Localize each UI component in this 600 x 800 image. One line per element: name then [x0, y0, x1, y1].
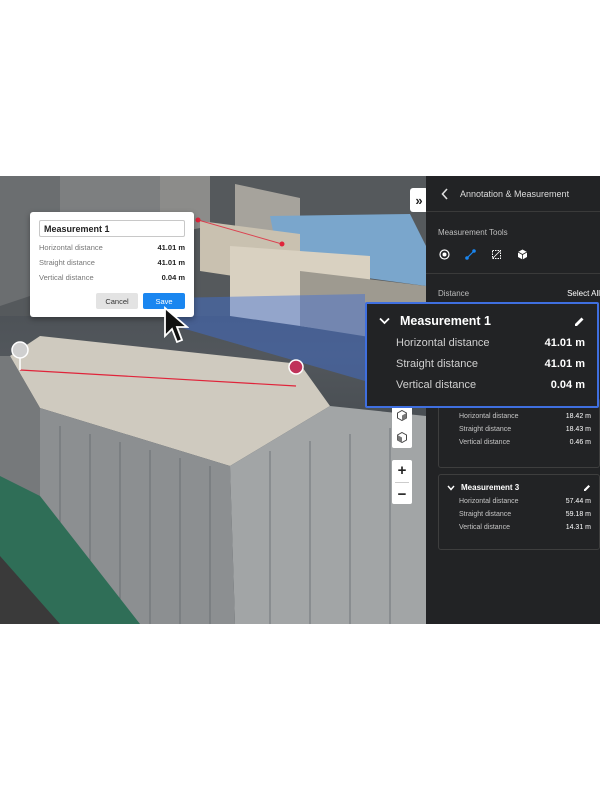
chevron-down-icon[interactable] [379, 317, 390, 325]
measurement-card-3[interactable]: Measurement 3 Horizontal distance 57.44 … [438, 474, 600, 550]
back-arrow-icon[interactable] [438, 187, 452, 200]
volume-measure-icon[interactable] [516, 248, 529, 261]
edit-pencil-icon[interactable] [583, 484, 591, 492]
measurement-card-2[interactable]: Horizontal distance 18.42 m Straight dis… [438, 398, 600, 468]
card1-title: Measurement 1 [400, 314, 492, 328]
cube-perspective-icon[interactable] [397, 431, 407, 443]
start-point-marker[interactable] [11, 341, 29, 359]
select-all-button[interactable]: Select All [567, 289, 600, 298]
card1-row-straight: Straight distance 41.01 m [396, 358, 585, 370]
sidebar-title: Annotation & Measurement [460, 188, 570, 199]
chevron-down-icon[interactable] [447, 485, 455, 491]
dialog-row-straight: Straight distance 41.01 m [39, 258, 185, 267]
panel-toggle-button[interactable]: » [410, 188, 426, 212]
card3-row-horizontal: Horizontal distance 57.44 m [459, 498, 591, 505]
card1-row-vertical: Vertical distance 0.04 m [396, 379, 585, 391]
area-measure-icon[interactable] [490, 248, 503, 261]
dialog-row-vertical: Vertical distance 0.04 m [39, 273, 185, 282]
card3-row-vertical: Vertical distance 14.31 m [459, 524, 591, 531]
card2-row-vertical: Vertical distance 0.46 m [459, 439, 591, 446]
mouse-cursor-icon [164, 306, 189, 344]
measurement-tools [438, 248, 529, 261]
view-controls [392, 404, 412, 448]
measurement-name-input[interactable]: Measurement 1 [39, 220, 185, 237]
tools-divider [426, 273, 600, 274]
distance-section-header: Distance Select All [438, 289, 600, 298]
sidebar-header: Annotation & Measurement [426, 176, 600, 212]
card2-row-horizontal: Horizontal distance 18.42 m [459, 413, 591, 420]
measurement-tools-label: Measurement Tools [438, 228, 508, 237]
zoom-divider [395, 481, 409, 483]
card1-row-horizontal: Horizontal distance 41.01 m [396, 337, 585, 349]
distance-measure-icon[interactable] [464, 248, 477, 261]
zoom-in-button[interactable]: + [398, 462, 407, 479]
end-point-marker[interactable] [288, 359, 304, 375]
cube-view-icon[interactable] [397, 409, 407, 421]
map-viewport[interactable]: Measurement 1 Horizontal distance 41.01 … [0, 176, 426, 624]
point-measure-icon[interactable] [438, 248, 451, 261]
edit-pencil-icon[interactable] [574, 316, 585, 327]
card2-row-straight: Straight distance 18.43 m [459, 426, 591, 433]
card3-title: Measurement 3 [461, 483, 520, 492]
zoom-controls: + − [392, 460, 412, 504]
cancel-button[interactable]: Cancel [96, 293, 138, 309]
measurement-dialog: Measurement 1 Horizontal distance 41.01 … [30, 212, 194, 317]
zoom-out-button[interactable]: − [398, 486, 407, 503]
card3-row-straight: Straight distance 59.18 m [459, 511, 591, 518]
measurement-card-1-highlight[interactable]: Measurement 1 Horizontal distance 41.01 … [365, 302, 599, 408]
dialog-row-horizontal: Horizontal distance 41.01 m [39, 243, 185, 252]
